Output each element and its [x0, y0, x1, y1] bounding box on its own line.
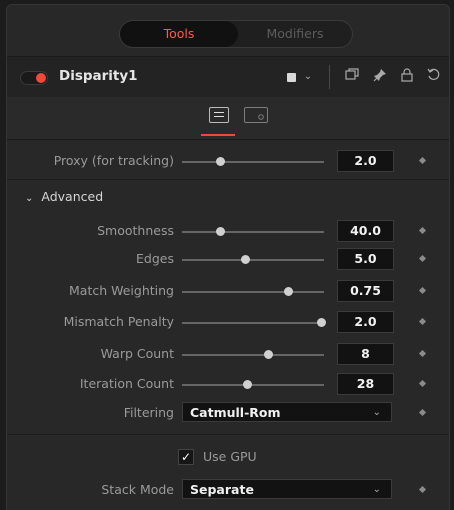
param-slider-knob[interactable] [316, 318, 326, 327]
param-row: Mismatch Penalty 2.0 [7, 308, 449, 338]
filtering-dropdown[interactable]: Catmull-Rom ⌄ [182, 402, 392, 422]
param-slider-knob[interactable] [284, 287, 293, 296]
param-label: Edges [136, 251, 174, 266]
dropdown-value: Catmull-Rom [190, 405, 281, 420]
keyframe-icon[interactable] [418, 485, 427, 494]
section-title: Advanced [41, 189, 104, 204]
param-label: Match Weighting [69, 283, 174, 298]
param-slider-knob[interactable] [264, 350, 274, 359]
param-label: Filtering [123, 405, 174, 420]
keyframe-icon[interactable] [418, 286, 427, 295]
dropdown-value: Separate [190, 482, 254, 497]
sub-tab-bar [7, 97, 449, 140]
color-swatch-icon[interactable] [287, 73, 296, 82]
param-value-field[interactable]: 5.0 [337, 248, 394, 270]
param-row-stack-mode: Stack Mode Separate ⌄ [7, 476, 449, 506]
tool-name: Disparity1 [59, 68, 138, 84]
use-gpu-label: Use GPU [203, 449, 257, 464]
advanced-section-header[interactable]: ⌄ Advanced [25, 189, 103, 204]
use-gpu-checkbox[interactable]: ✓ [178, 449, 194, 465]
pin-icon[interactable] [371, 68, 389, 86]
param-label: Warp Count [100, 346, 174, 361]
header-divider [329, 65, 330, 89]
param-slider-knob[interactable] [215, 157, 225, 166]
param-label: Stack Mode [101, 482, 174, 497]
param-value-field[interactable]: 0.75 [337, 280, 394, 302]
keyframe-icon[interactable] [418, 156, 427, 165]
param-slider-knob[interactable] [242, 380, 252, 389]
window-icon[interactable] [343, 68, 361, 86]
tab-bar: Tools Modifiers [119, 20, 353, 48]
tab-tools[interactable]: Tools [120, 21, 238, 47]
tab-modifiers[interactable]: Modifiers [238, 21, 352, 47]
keyframe-icon[interactable] [418, 349, 427, 358]
keyframe-icon[interactable] [418, 226, 427, 235]
toggle-dot [36, 73, 46, 83]
chevron-down-icon: ⌄ [372, 407, 381, 418]
param-row: Iteration Count 28 [7, 370, 449, 400]
param-row: Edges 5.0 [7, 245, 449, 275]
param-row-filtering: Filtering Catmull-Rom ⌄ [7, 399, 449, 429]
chevron-down-icon: ⌄ [25, 193, 34, 204]
reset-icon[interactable] [424, 68, 442, 86]
param-value-field[interactable]: 2.0 [337, 150, 394, 172]
keyframe-icon[interactable] [418, 379, 427, 388]
param-slider-knob[interactable] [215, 227, 225, 236]
chevron-down-icon: ⌄ [372, 484, 381, 495]
settings-tab-icon[interactable] [244, 107, 268, 123]
param-value-field[interactable]: 40.0 [337, 220, 394, 242]
param-value-field[interactable]: 2.0 [337, 311, 394, 333]
tool-enable-toggle[interactable] [20, 71, 48, 85]
chevron-down-icon[interactable]: ⌄ [301, 68, 315, 86]
param-label: Proxy (for tracking) [53, 153, 174, 168]
inspector-panel: Tools Modifiers Disparity1 ⌄ Proxy (for … [6, 4, 450, 510]
section-divider [7, 434, 449, 435]
keyframe-icon[interactable] [418, 317, 427, 326]
param-row: Smoothness 40.0 [7, 217, 449, 247]
param-slider-track[interactable] [182, 322, 324, 324]
param-slider-track[interactable] [182, 354, 324, 356]
controls-tab-icon[interactable] [209, 107, 229, 123]
param-value-field[interactable]: 28 [337, 373, 394, 395]
param-row: Warp Count 8 [7, 340, 449, 370]
lock-icon[interactable] [398, 68, 416, 86]
param-slider-track[interactable] [182, 231, 324, 233]
active-subtab-underline [201, 134, 235, 136]
keyframe-icon[interactable] [418, 254, 427, 263]
section-divider [7, 179, 449, 180]
param-label: Smoothness [97, 223, 174, 238]
stack-mode-dropdown[interactable]: Separate ⌄ [182, 479, 392, 499]
param-label: Mismatch Penalty [63, 314, 174, 329]
param-slider-track[interactable] [182, 161, 324, 163]
param-value-field[interactable]: 8 [337, 343, 394, 365]
tool-header: Disparity1 ⌄ [7, 56, 449, 98]
param-slider-track[interactable] [182, 384, 324, 386]
param-slider-track[interactable] [182, 291, 324, 293]
param-row: Match Weighting 0.75 [7, 277, 449, 307]
param-label: Iteration Count [79, 376, 174, 391]
param-slider-knob[interactable] [241, 255, 251, 264]
param-slider-track[interactable] [182, 259, 324, 261]
param-row-proxy: Proxy (for tracking) 2.0 [7, 147, 449, 177]
keyframe-icon[interactable] [418, 408, 427, 417]
